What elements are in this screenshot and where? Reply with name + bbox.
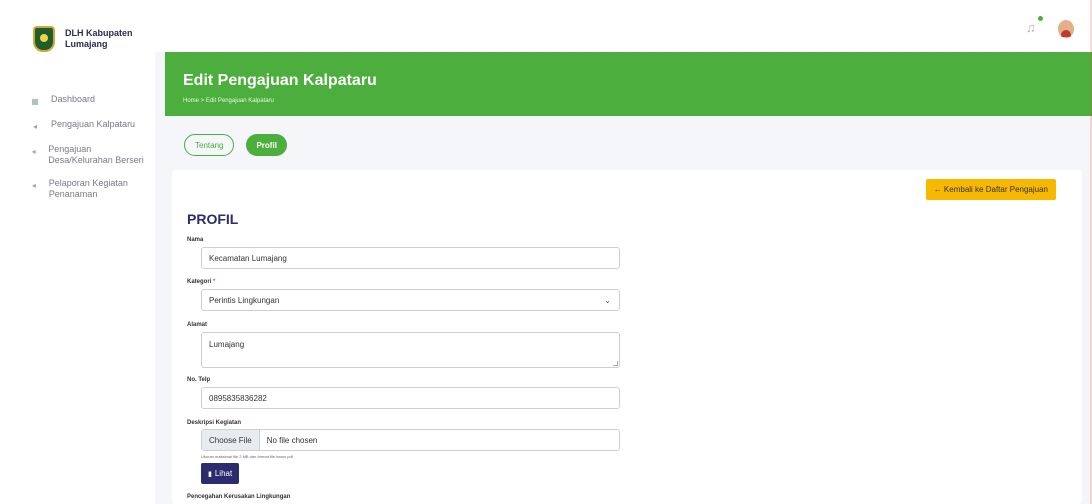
sidebar-item-label: Pengajuan Kalpataru	[51, 119, 136, 129]
form-card: ← Kembali ke Daftar Pengajuan PROFIL Nam…	[172, 170, 1082, 504]
sidebar-nav: ▦ Dashboard ◂ Pengajuan Kalpataru ◂ Peng…	[30, 94, 150, 212]
resize-handle-icon[interactable]	[613, 361, 618, 366]
section-title: PROFIL	[187, 211, 239, 227]
page-header: Edit Pengajuan Kalpataru Home > Edit Pen…	[165, 52, 1092, 116]
file-hint: Ukuran maksimal file 2 MB dan format fil…	[201, 454, 293, 459]
kategori-select[interactable]: Perintis Lingkungan ⌄	[201, 289, 620, 311]
breadcrumb[interactable]: Home > Edit Pengajuan Kalpataru	[183, 98, 274, 104]
sidebar: DLH Kabupaten Lumajang ▦ Dashboard ◂ Pen…	[0, 0, 155, 504]
alamat-label: Alamat	[187, 322, 208, 328]
send-icon: ◂	[31, 147, 36, 156]
send-icon: ◂	[32, 122, 37, 131]
page-title: Edit Pengajuan Kalpataru	[183, 72, 377, 89]
regency-logo-icon	[33, 26, 55, 52]
next-section-label: Pencegahan Kerusakan Lingkungan	[187, 494, 291, 500]
chevron-down-icon: ⌄	[604, 296, 611, 305]
back-to-list-button[interactable]: ← Kembali ke Daftar Pengajuan	[925, 179, 1056, 200]
sidebar-item-label: Dashboard	[51, 94, 96, 104]
notification-dot	[1038, 16, 1043, 21]
deskripsi-file-input[interactable]: Choose File No file chosen	[201, 429, 620, 451]
topbar: ♫	[155, 0, 1092, 52]
sidebar-item-label: Pengajuan Desa/Kelurahan Berseri	[48, 144, 144, 165]
sidebar-item-label: Pelaporan Kegiatan Penanaman	[48, 178, 128, 199]
bell-icon[interactable]: ♫	[1026, 16, 1043, 36]
brand-name-line1: DLH Kabupaten	[65, 28, 133, 38]
brand-name-line2: Lumajang	[65, 39, 108, 49]
avatar[interactable]	[1058, 20, 1074, 38]
tab-profil[interactable]: Profil	[246, 134, 287, 156]
view-file-button[interactable]: ▮ Lihat	[201, 463, 240, 484]
brand[interactable]: DLH Kabupaten Lumajang	[33, 26, 133, 52]
deskripsi-label: Deskripsi Kegiatan	[187, 420, 242, 426]
choose-file-button[interactable]: Choose File	[202, 430, 260, 450]
alamat-textarea[interactable]: Lumajang	[201, 332, 620, 368]
tab-tentang[interactable]: Tentang	[184, 134, 235, 156]
form-tabs: Tentang Profil	[184, 134, 299, 156]
sidebar-item-dashboard[interactable]: ▦ Dashboard	[30, 94, 150, 107]
send-icon: ◂	[31, 181, 36, 190]
nama-input[interactable]: Kecamatan Lumajang	[201, 247, 620, 269]
nama-label: Nama	[187, 237, 204, 243]
telp-input[interactable]: 0895835836282	[201, 387, 620, 409]
sidebar-item-pelaporan[interactable]: ◂ Pelaporan Kegiatan Penanaman	[30, 178, 150, 200]
telp-label: No. Telp	[187, 377, 211, 383]
file-pdf-icon: ▮	[208, 470, 212, 478]
dashboard-icon: ▦	[31, 97, 39, 106]
kategori-label: Kategori *	[187, 279, 216, 285]
sidebar-item-pengajuan-desa[interactable]: ◂ Pengajuan Desa/Kelurahan Berseri	[30, 144, 150, 166]
sidebar-item-pengajuan-kalpataru[interactable]: ◂ Pengajuan Kalpataru	[30, 119, 150, 132]
file-status: No file chosen	[266, 435, 318, 445]
